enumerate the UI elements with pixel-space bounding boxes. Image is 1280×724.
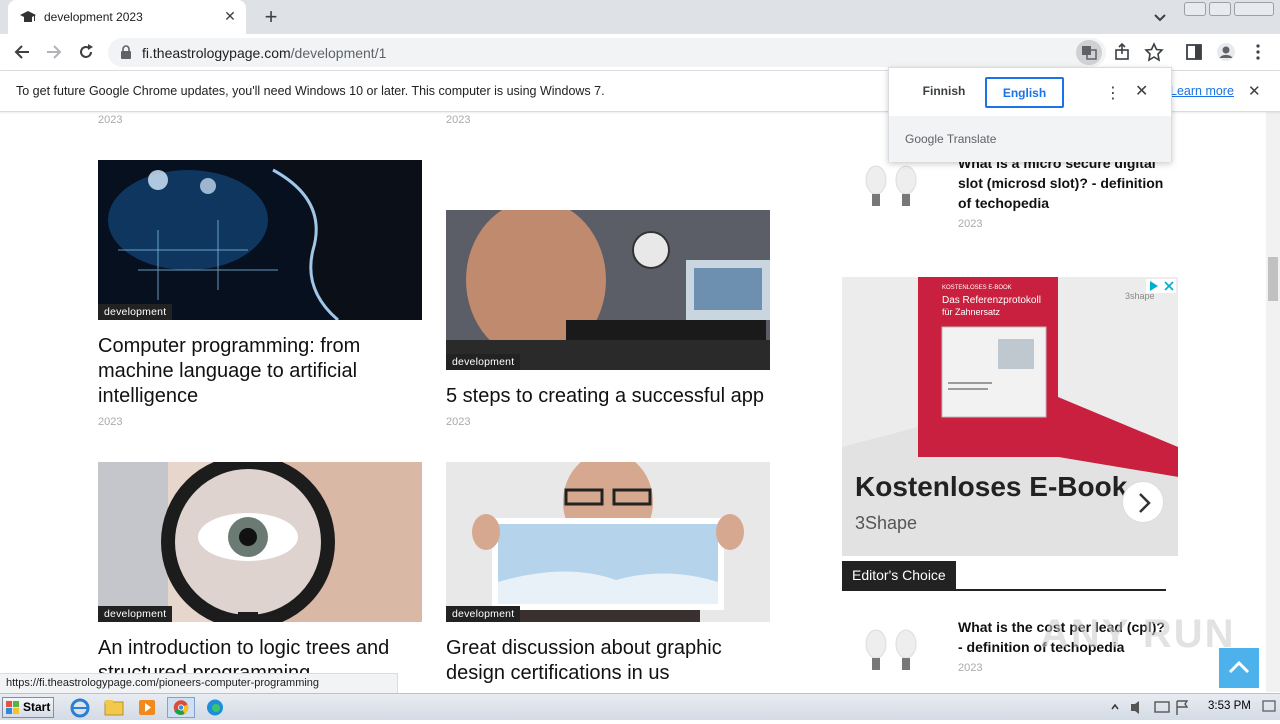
editors-choice-header: Editor's Choice [842, 561, 1166, 591]
chrome-taskbar-icon[interactable] [167, 697, 195, 718]
person-at-computer-image [446, 210, 770, 370]
magnifying-glass-eye-image [98, 462, 422, 622]
chevron-up-icon [1228, 660, 1250, 674]
translate-options-icon[interactable]: ⋮ [1105, 83, 1121, 103]
profile-avatar-icon[interactable] [1216, 42, 1236, 62]
bookmark-star-icon[interactable] [1144, 42, 1164, 62]
ad-book-subtitle: für Zahnersatz [942, 307, 1001, 317]
source-language-tab[interactable]: Finnish [903, 77, 985, 108]
url-host: fi.theastrologypage.com [142, 45, 291, 61]
watermark: ANY RUN [1040, 612, 1236, 656]
year-label: 2023 [446, 114, 471, 126]
ad-next-button[interactable] [1122, 481, 1164, 523]
article-thumbnail[interactable]: development [98, 462, 422, 622]
tab-strip: development 2023 ✕ + [0, 0, 1280, 34]
tab-title: development 2023 [44, 10, 143, 24]
ad-book-kicker: KOSTENLOSES E-BOOK [942, 285, 1012, 291]
url-path: /development/1 [290, 45, 387, 61]
close-infobar-icon[interactable]: ✕ [1248, 82, 1261, 100]
minimize-button[interactable] [1184, 2, 1206, 16]
category-tag[interactable]: development [446, 354, 521, 370]
show-desktop-icon[interactable] [1262, 699, 1276, 715]
light-bulbs-image[interactable] [858, 152, 948, 222]
start-label: Start [23, 700, 51, 714]
windows-logo-icon [6, 701, 19, 714]
close-translate-icon[interactable]: ✕ [1135, 81, 1148, 101]
translate-glyph-icon [1082, 46, 1097, 60]
browser-tab[interactable]: development 2023 ✕ [8, 0, 246, 34]
year-label: 2023 [98, 114, 123, 126]
file-explorer-icon[interactable] [102, 697, 126, 718]
system-tray [1105, 696, 1277, 719]
close-tab-icon[interactable]: ✕ [222, 8, 238, 25]
back-arrow-icon[interactable] [12, 42, 32, 62]
taskbar-clock[interactable]: 3:53 PM [1208, 700, 1251, 712]
internet-explorer-icon[interactable] [68, 697, 92, 718]
category-tag[interactable]: development [98, 304, 173, 320]
side-panel-icon[interactable] [1184, 42, 1204, 62]
new-tab-button[interactable]: + [260, 4, 282, 30]
media-player-icon[interactable] [135, 697, 159, 718]
address-bar[interactable]: fi.theastrologypage.com/development/1 [108, 38, 1106, 67]
light-bulbs-image[interactable] [858, 616, 948, 686]
article-headline[interactable]: Great discussion about graphic design ce… [446, 636, 786, 686]
forward-arrow-icon[interactable] [44, 42, 64, 62]
lock-icon[interactable] [120, 45, 132, 59]
year-label: 2023 [446, 416, 471, 428]
page-content: 2023 2023 development Computer programmi… [0, 112, 1266, 692]
scrollbar-thumb[interactable] [1268, 257, 1278, 301]
status-bubble: https://fi.theastrologypage.com/pioneers… [0, 673, 398, 693]
ad-choices-close-icon[interactable] [1146, 279, 1176, 293]
vertical-scrollbar[interactable] [1266, 112, 1280, 692]
close-window-button[interactable] [1234, 2, 1274, 16]
tray-icons[interactable] [1105, 696, 1277, 719]
ad-book-title: Das Referenzprotokoll [942, 295, 1041, 306]
ai-face-image [98, 160, 422, 320]
url-text: fi.theastrologypage.com/development/1 [142, 45, 386, 61]
graduation-cap-icon [20, 11, 36, 22]
article-headline[interactable]: Computer programming: from machine langu… [98, 334, 438, 409]
ad-brand: 3Shape [855, 513, 918, 533]
chevron-right-icon [1139, 493, 1151, 513]
article-thumbnail[interactable]: development [446, 210, 770, 370]
editors-choice-label: Editor's Choice [842, 561, 956, 590]
scroll-to-top-button[interactable] [1219, 648, 1259, 688]
year-label: 2023 [98, 416, 123, 428]
year-label: 2023 [958, 662, 983, 674]
category-tag[interactable]: development [446, 606, 521, 622]
google-translate-label: Google Translate [905, 132, 997, 146]
article-thumbnail[interactable]: development [98, 160, 422, 320]
edge-icon[interactable] [203, 697, 227, 718]
advertisement[interactable]: KOSTENLOSES E-BOOK Das Referenzprotokoll… [842, 277, 1178, 556]
article-thumbnail[interactable]: development [446, 462, 770, 622]
start-button[interactable]: Start [2, 697, 54, 718]
sidebar-article-title[interactable]: What is a micro secure digital slot (mic… [958, 153, 1168, 213]
translate-icon[interactable] [1076, 40, 1102, 65]
windows-taskbar: Start [0, 693, 1280, 720]
year-label: 2023 [958, 218, 983, 230]
article-headline[interactable]: 5 steps to creating a successful app [446, 384, 786, 409]
browser-toolbar: fi.theastrologypage.com/development/1 [0, 34, 1280, 71]
man-holding-picture-image [446, 462, 770, 622]
share-icon[interactable] [1112, 42, 1132, 62]
reload-icon[interactable] [76, 42, 96, 62]
restore-button[interactable] [1209, 2, 1231, 16]
category-tag[interactable]: development [98, 606, 173, 622]
chevron-down-icon[interactable] [1152, 9, 1168, 25]
translate-footer: Google Translate [889, 116, 1171, 162]
translate-popup: Finnish English ⋮ ✕ Google Translate [888, 67, 1172, 162]
target-language-tab[interactable]: English [985, 77, 1064, 108]
learn-more-link[interactable]: Learn more [1170, 84, 1234, 98]
ad-headline[interactable]: Kostenloses E-Book [855, 471, 1127, 503]
menu-kebab-icon[interactable] [1248, 42, 1268, 62]
infobar-message: To get future Google Chrome updates, you… [16, 84, 605, 98]
